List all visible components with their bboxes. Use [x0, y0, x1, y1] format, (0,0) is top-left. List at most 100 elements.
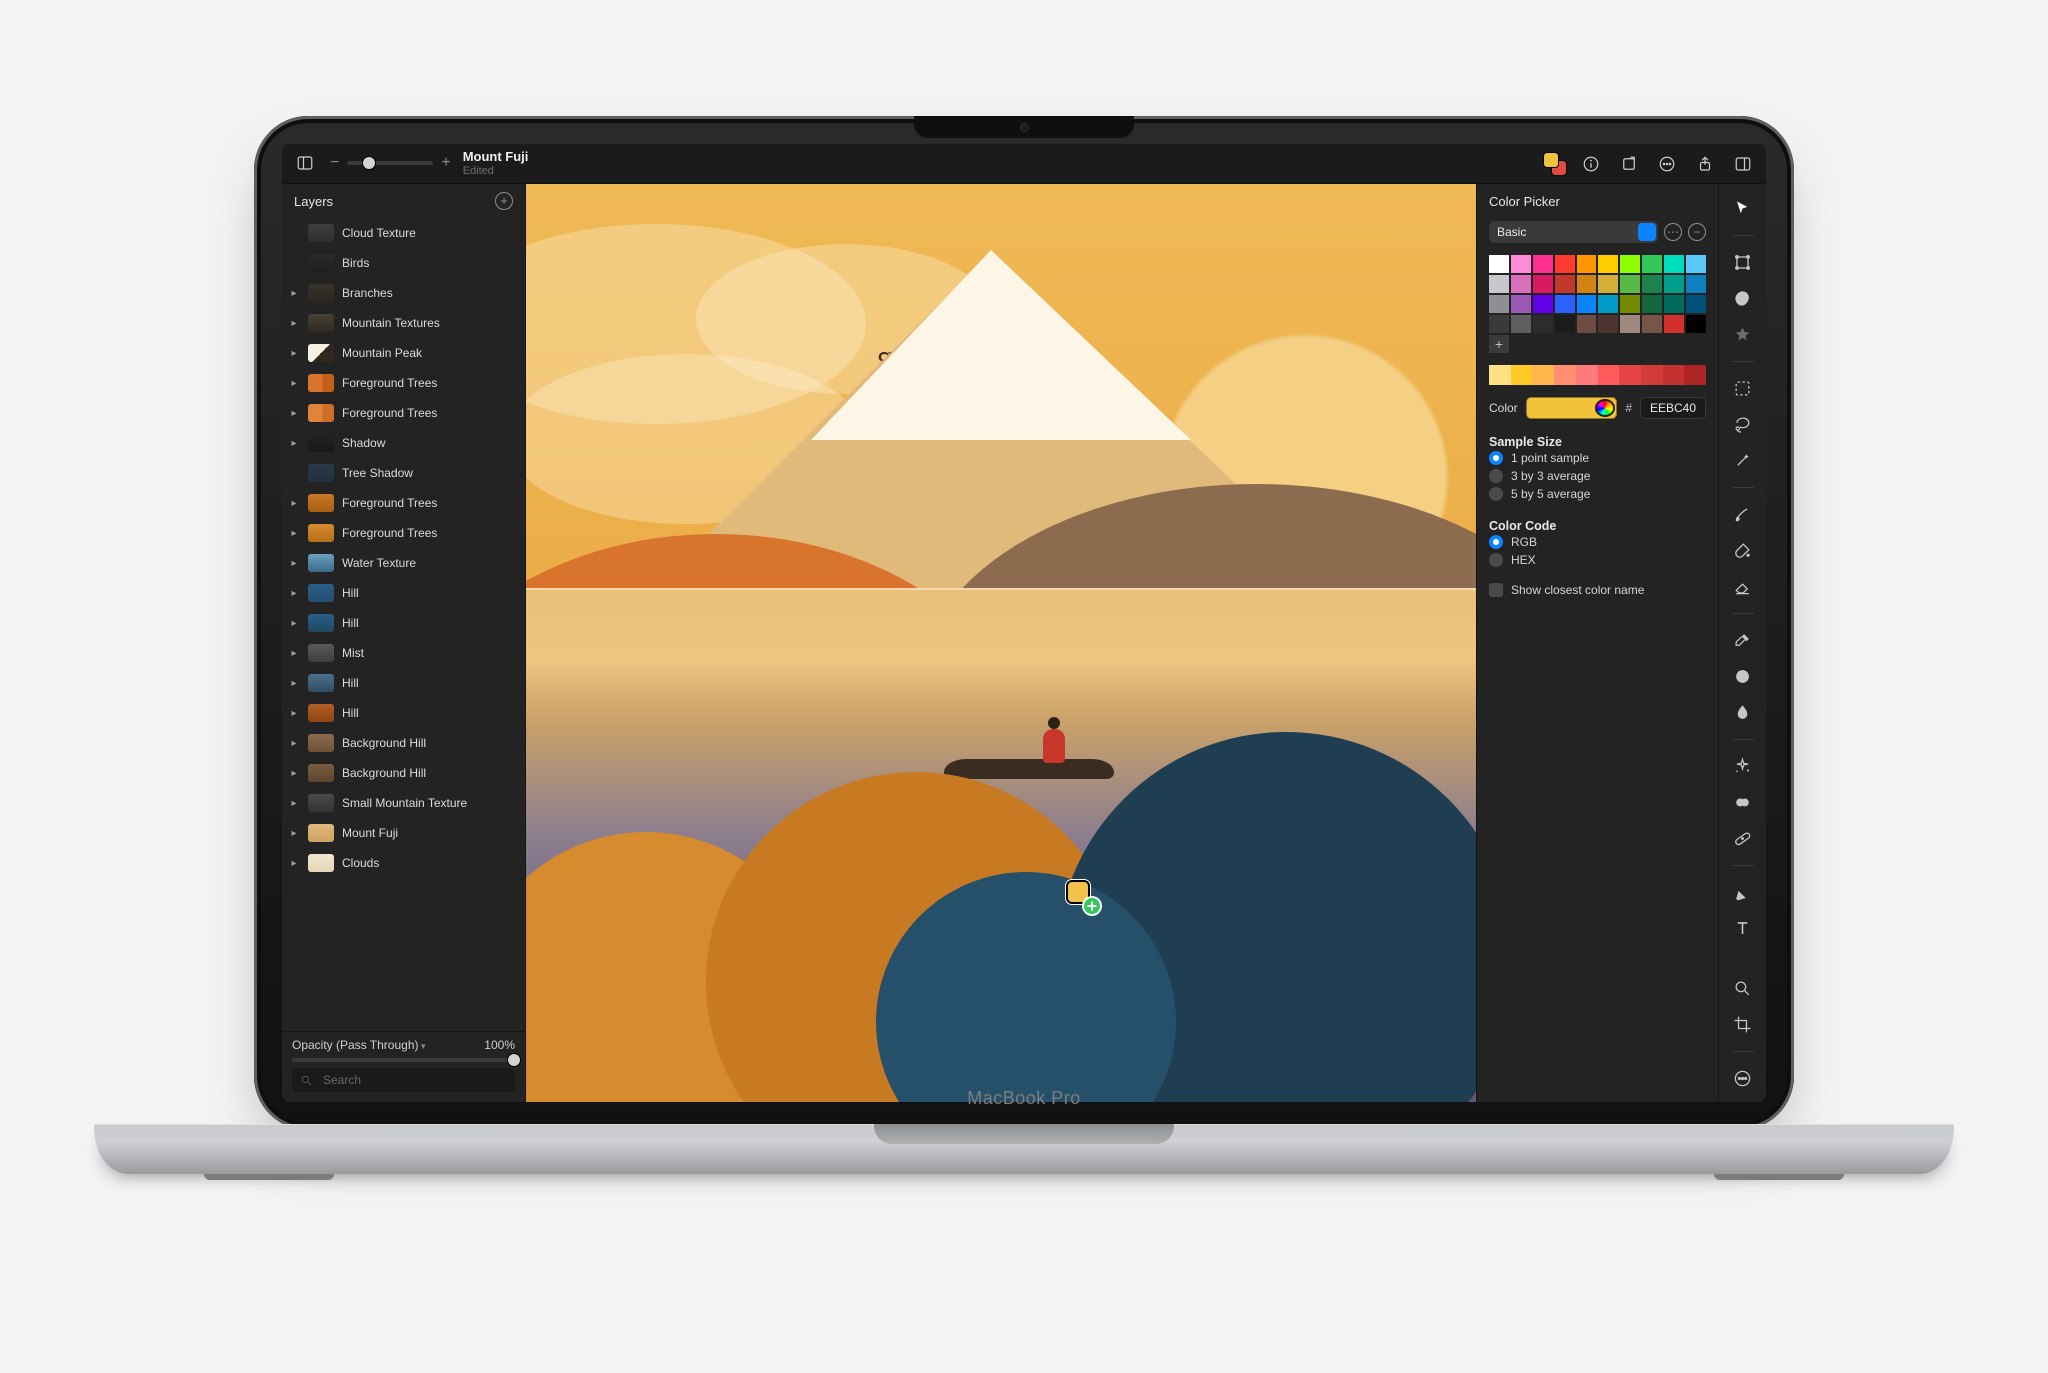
zoom-slider[interactable]: − +: [330, 154, 451, 172]
more-options-button[interactable]: [1654, 151, 1680, 177]
disclosure-chevron-icon[interactable]: ▸: [288, 768, 300, 779]
color-swatch[interactable]: [1555, 295, 1575, 313]
brush-tool[interactable]: [1726, 498, 1760, 530]
color-swatch[interactable]: [1686, 275, 1706, 293]
color-swatch[interactable]: [1620, 275, 1640, 293]
marquee-tool[interactable]: [1726, 372, 1760, 404]
color-swatch[interactable]: [1620, 315, 1640, 333]
color-swatch[interactable]: [1577, 275, 1597, 293]
duplicate-button[interactable]: [1616, 151, 1642, 177]
disclosure-chevron-icon[interactable]: ▸: [288, 558, 300, 569]
color-swatch[interactable]: [1642, 275, 1662, 293]
color-code-option[interactable]: RGB: [1489, 533, 1706, 551]
recent-color-swatch[interactable]: [1489, 365, 1511, 385]
zoom-in-icon[interactable]: +: [441, 154, 450, 172]
info-button[interactable]: [1578, 151, 1604, 177]
color-swatch[interactable]: [1533, 315, 1553, 333]
layer-row[interactable]: ▸Hill: [282, 608, 525, 638]
palette-remove-button[interactable]: −: [1688, 223, 1706, 241]
disclosure-chevron-icon[interactable]: ▸: [288, 708, 300, 719]
color-swatch[interactable]: [1489, 315, 1509, 333]
color-swatch[interactable]: [1664, 275, 1684, 293]
sample-size-option[interactable]: 3 by 3 average: [1489, 467, 1706, 485]
color-swatch[interactable]: [1533, 295, 1553, 313]
eyedropper-tool[interactable]: [1726, 624, 1760, 656]
color-swatch[interactable]: [1511, 255, 1531, 273]
color-swatch[interactable]: [1533, 255, 1553, 273]
color-swatch[interactable]: [1686, 315, 1706, 333]
recent-colors-row[interactable]: [1489, 365, 1706, 385]
layer-row[interactable]: ▸Mountain Peak: [282, 338, 525, 368]
heal-tool[interactable]: [1726, 822, 1760, 854]
lasso-tool[interactable]: [1726, 408, 1760, 440]
color-code-option[interactable]: HEX: [1489, 551, 1706, 569]
sample-size-option[interactable]: 5 by 5 average: [1489, 485, 1706, 503]
disclosure-chevron-icon[interactable]: ▸: [288, 858, 300, 869]
eraser-tool[interactable]: [1726, 570, 1760, 602]
color-swatch[interactable]: [1664, 295, 1684, 313]
layer-row[interactable]: ▸Water Texture: [282, 548, 525, 578]
color-swatch[interactable]: [1577, 255, 1597, 273]
color-swatch[interactable]: [1642, 315, 1662, 333]
layer-row[interactable]: ▸Shadow: [282, 428, 525, 458]
disclosure-chevron-icon[interactable]: ▸: [288, 588, 300, 599]
color-swatch[interactable]: [1620, 255, 1640, 273]
sidebar-toggle-button[interactable]: [292, 150, 318, 176]
disclosure-chevron-icon[interactable]: ▸: [288, 498, 300, 509]
color-swatch[interactable]: [1555, 315, 1575, 333]
swatch-grid[interactable]: +: [1489, 255, 1706, 353]
color-swatch[interactable]: [1598, 275, 1618, 293]
recent-color-swatch[interactable]: [1619, 365, 1641, 385]
disclosure-chevron-icon[interactable]: ▸: [288, 528, 300, 539]
magic-wand-tool[interactable]: [1726, 444, 1760, 476]
recent-color-swatch[interactable]: [1554, 365, 1576, 385]
foreground-background-colors[interactable]: [1544, 153, 1566, 175]
crop-tool[interactable]: [1726, 1008, 1760, 1040]
disclosure-chevron-icon[interactable]: ▸: [288, 618, 300, 629]
share-button[interactable]: [1692, 151, 1718, 177]
layer-row[interactable]: ▸Mountain Textures: [282, 308, 525, 338]
layer-row[interactable]: ▸Mount Fuji: [282, 818, 525, 848]
recent-color-swatch[interactable]: [1532, 365, 1554, 385]
layer-row[interactable]: ▸Background Hill: [282, 728, 525, 758]
zoom-out-icon[interactable]: −: [330, 154, 339, 172]
recent-color-swatch[interactable]: [1576, 365, 1598, 385]
color-swatch[interactable]: [1489, 295, 1509, 313]
color-swatch[interactable]: [1598, 295, 1618, 313]
shape-tool[interactable]: [1726, 282, 1760, 314]
palette-options-button[interactable]: ⋯: [1664, 223, 1682, 241]
disclosure-chevron-icon[interactable]: ▸: [288, 378, 300, 389]
fill-tool[interactable]: [1726, 534, 1760, 566]
disclosure-chevron-icon[interactable]: ▸: [288, 738, 300, 749]
zoom-tool[interactable]: [1726, 972, 1760, 1004]
color-swatch[interactable]: [1489, 275, 1509, 293]
sample-size-option[interactable]: 1 point sample: [1489, 449, 1706, 467]
color-swatch[interactable]: [1664, 315, 1684, 333]
color-swatch[interactable]: [1686, 295, 1706, 313]
document-canvas[interactable]: 𐐒 𐐒 𐐒 𐐒 𐐒: [526, 184, 1476, 1102]
opacity-slider[interactable]: [292, 1058, 515, 1062]
color-swatch[interactable]: [1642, 295, 1662, 313]
hex-input[interactable]: EEBC40: [1640, 397, 1706, 419]
more-tools[interactable]: [1726, 1062, 1760, 1094]
layer-row[interactable]: ▸Foreground Trees: [282, 368, 525, 398]
color-swatch[interactable]: [1642, 255, 1662, 273]
disclosure-chevron-icon[interactable]: ▸: [288, 678, 300, 689]
layer-row[interactable]: ▸Background Hill: [282, 758, 525, 788]
disclosure-chevron-icon[interactable]: ▸: [288, 798, 300, 809]
color-swatch[interactable]: [1598, 255, 1618, 273]
current-color-chip[interactable]: [1526, 397, 1618, 419]
disclosure-chevron-icon[interactable]: ▸: [288, 288, 300, 299]
layer-row[interactable]: ▸Hill: [282, 668, 525, 698]
layer-row[interactable]: ▸Branches: [282, 278, 525, 308]
layer-row[interactable]: ▸Tree Shadow: [282, 458, 525, 488]
inspector-toggle-button[interactable]: [1730, 151, 1756, 177]
clone-tool[interactable]: [1726, 786, 1760, 818]
color-swatch[interactable]: [1686, 255, 1706, 273]
disclosure-chevron-icon[interactable]: ▸: [288, 828, 300, 839]
color-swatch[interactable]: [1533, 275, 1553, 293]
add-swatch-button[interactable]: +: [1489, 335, 1509, 353]
layer-row[interactable]: ▸Hill: [282, 578, 525, 608]
layer-row[interactable]: ▸Cloud Texture: [282, 218, 525, 248]
disclosure-chevron-icon[interactable]: ▸: [288, 438, 300, 449]
